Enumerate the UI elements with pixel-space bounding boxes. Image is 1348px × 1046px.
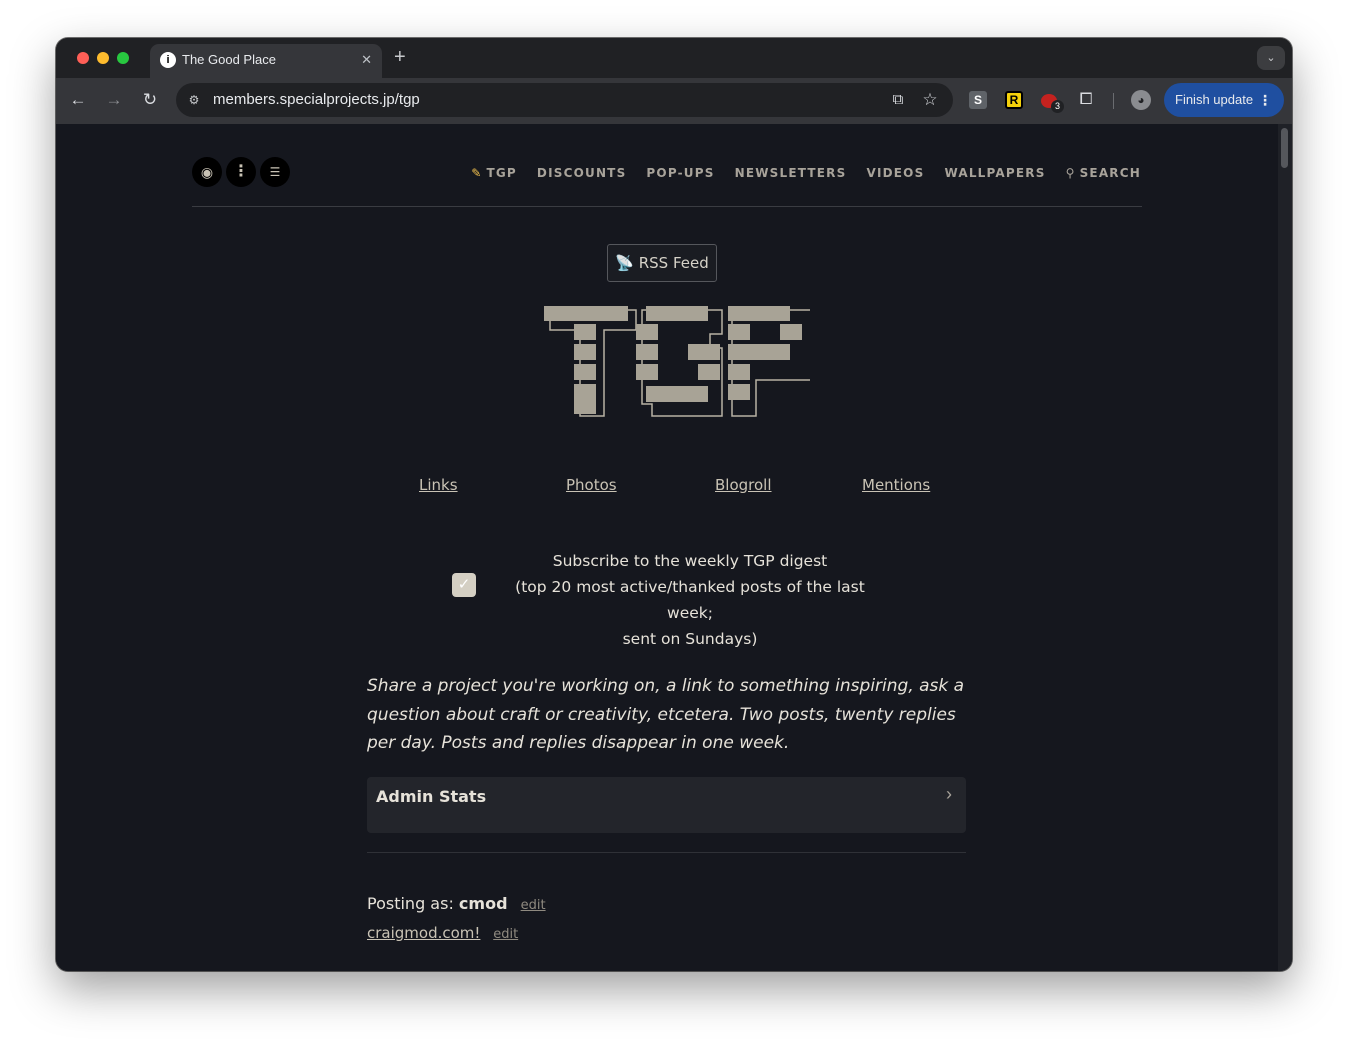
edit-username-link[interactable]: edit — [521, 898, 546, 913]
rss-feed-label: RSS Feed — [638, 254, 709, 272]
nav-item-pop-ups[interactable]: POP-UPS — [646, 166, 714, 180]
s-extension-icon[interactable]: S — [969, 91, 987, 109]
page-viewport: ◉ ⋮ ☰ ✎ TGP DISCOUNTS POP-UPS NEWSLETTERS… — [56, 124, 1278, 971]
close-window-button[interactable] — [77, 52, 89, 64]
close-icon[interactable]: ✕ — [361, 51, 372, 69]
rss-feed-button[interactable]: 📡 RSS Feed — [607, 244, 717, 282]
finish-update-button[interactable]: Finish update ⋮ — [1164, 83, 1284, 117]
address-bar[interactable]: ⚙ members.specialprojects.jp/tgp ⧉ ☆ — [176, 83, 953, 117]
minimize-window-button[interactable] — [97, 52, 109, 64]
toolbar-divider — [1113, 93, 1114, 109]
top-nav: ✎ TGP DISCOUNTS POP-UPS NEWSLETTERS VIDEO… — [471, 165, 1141, 181]
admin-stats-panel[interactable]: Admin Stats › — [367, 777, 966, 833]
chevron-down-icon[interactable]: ⌄ — [1257, 46, 1285, 70]
browser-toolbar: ← → ↻ ⚙ members.specialprojects.jp/tgp ⧉… — [56, 78, 1292, 124]
header-divider — [192, 206, 1142, 207]
tgp-logo — [544, 306, 810, 417]
forward-arrow-icon[interactable]: → — [102, 88, 126, 112]
new-tab-plus-icon[interactable]: + — [394, 47, 406, 67]
target-icon[interactable]: ◉ — [192, 157, 222, 187]
link-photos[interactable]: Photos — [566, 476, 617, 494]
nav-item-search[interactable]: ⚲ SEARCH — [1066, 166, 1141, 180]
satellite-icon: 📡 — [615, 254, 634, 272]
chevron-right-icon[interactable]: › — [946, 784, 952, 805]
admin-stats-title: Admin Stats — [376, 787, 487, 806]
nav-item-newsletters[interactable]: NEWSLETTERS — [735, 166, 847, 180]
tab-the-good-place[interactable]: i The Good Place ✕ — [150, 44, 382, 78]
install-app-icon[interactable]: ⧉ — [889, 91, 907, 109]
homepage-row: craigmod.com! edit — [367, 924, 518, 942]
username: cmod — [458, 894, 508, 913]
section-links: Links Photos Blogroll Mentions — [419, 476, 930, 498]
tab-strip: i The Good Place ✕ + ⌄ — [56, 38, 1292, 78]
r-extension-icon[interactable]: R — [1005, 91, 1023, 109]
profile-avatar-icon[interactable]: ◕ — [1131, 90, 1151, 110]
subscribe-label: Subscribe to the weekly TGP digest (top … — [515, 552, 865, 648]
nav-item-discounts[interactable]: DISCOUNTS — [537, 166, 627, 180]
link-links[interactable]: Links — [419, 476, 458, 494]
pencil-icon: ✎ — [471, 166, 483, 180]
page-description: Share a project you're working on, a lin… — [367, 676, 965, 753]
extension-badge: 3 — [1051, 100, 1064, 113]
bookmark-star-icon[interactable]: ☆ — [921, 91, 939, 109]
section-divider — [367, 852, 966, 853]
tab-title: The Good Place — [182, 52, 276, 67]
more-vertical-icon[interactable]: ⋮ — [226, 157, 256, 187]
url-text[interactable]: members.specialprojects.jp/tgp — [213, 92, 420, 108]
magnifier-icon: ⚲ — [1065, 166, 1076, 180]
link-mentions[interactable]: Mentions — [862, 476, 930, 494]
edit-homepage-link[interactable]: edit — [493, 927, 518, 942]
finish-update-label: Finish update — [1175, 92, 1254, 107]
link-blogroll[interactable]: Blogroll — [715, 476, 772, 494]
posting-as: Posting as: cmod edit — [367, 894, 546, 913]
nav-item-wallpapers[interactable]: WALLPAPERS — [944, 166, 1045, 180]
extensions-puzzle-icon[interactable]: ⧠ — [1077, 91, 1095, 109]
subscribe-checkbox[interactable]: ✓ — [452, 573, 476, 597]
browser-window: i The Good Place ✕ + ⌄ ← → ↻ ⚙ members.s… — [56, 38, 1292, 971]
nav-item-videos[interactable]: VIDEOS — [866, 166, 924, 180]
maximize-window-button[interactable] — [117, 52, 129, 64]
more-vertical-icon[interactable]: ⋮ — [1258, 83, 1272, 117]
nav-item-tgp[interactable]: ✎ TGP — [471, 166, 517, 180]
tab-favicon-icon: i — [160, 52, 176, 68]
homepage-link[interactable]: craigmod.com! — [367, 924, 480, 942]
subscribe-digest: ✓ Subscribe to the weekly TGP digest (to… — [452, 548, 932, 648]
page-scrollbar[interactable] — [1278, 124, 1292, 971]
scroll-thumb[interactable] — [1281, 128, 1288, 168]
reload-icon[interactable]: ↻ — [138, 88, 162, 112]
back-arrow-icon[interactable]: ← — [66, 88, 90, 112]
logo-blocks — [544, 306, 802, 414]
layers-icon[interactable]: ☰ — [260, 157, 290, 187]
site-settings-icon[interactable]: ⚙ — [186, 92, 202, 108]
